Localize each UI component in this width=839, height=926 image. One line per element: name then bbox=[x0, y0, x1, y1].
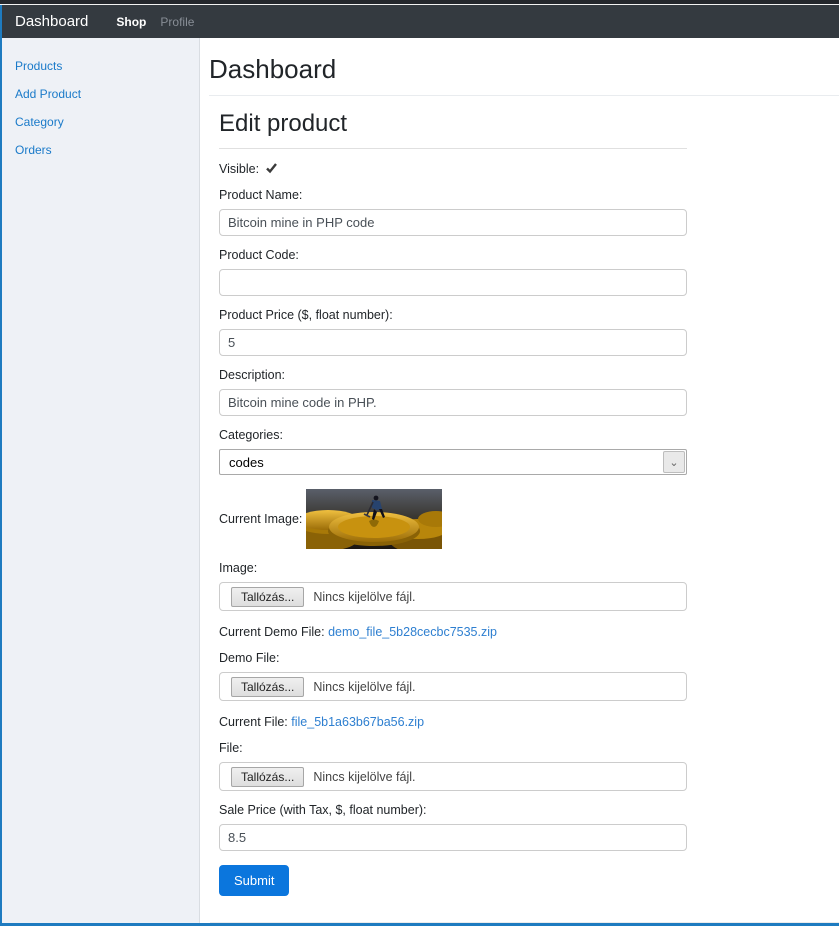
page-title: Dashboard bbox=[209, 54, 337, 84]
edit-product-section: Edit product Visible: Product Name: Prod… bbox=[210, 110, 839, 923]
product-code-input[interactable] bbox=[219, 269, 687, 296]
sidebar-item-orders[interactable]: Orders bbox=[2, 136, 199, 164]
current-image-row: Current Image: bbox=[219, 489, 687, 549]
sidebar: Products Add Product Category Orders bbox=[2, 38, 200, 923]
divider bbox=[210, 922, 839, 923]
current-file-row: Current File: file_5b1a63b67ba56.zip bbox=[219, 715, 687, 729]
current-file-link[interactable]: file_5b1a63b67ba56.zip bbox=[291, 715, 424, 729]
divider bbox=[219, 148, 687, 149]
top-navbar: Dashboard Shop Profile bbox=[2, 5, 839, 38]
sidebar-item-category[interactable]: Category bbox=[2, 108, 199, 136]
product-code-label: Product Code: bbox=[219, 248, 299, 262]
current-demo-file-label: Current Demo File: bbox=[219, 625, 325, 639]
categories-select[interactable]: codes ⌄ bbox=[219, 449, 687, 475]
demo-file-no-file-text: Nincs kijelölve fájl. bbox=[313, 679, 416, 694]
current-image-label: Current Image: bbox=[219, 512, 303, 526]
visible-label: Visible: bbox=[219, 161, 260, 176]
file-no-file-text: Nincs kijelölve fájl. bbox=[313, 769, 416, 784]
sidebar-item-add-product[interactable]: Add Product bbox=[2, 80, 199, 108]
sale-price-input[interactable] bbox=[219, 824, 687, 851]
main-content: Dashboard Edit product Visible: Product … bbox=[200, 38, 839, 923]
description-label: Description: bbox=[219, 368, 285, 382]
demo-file-browse-button[interactable]: Tallózás... bbox=[231, 676, 305, 697]
image-label: Image: bbox=[219, 561, 258, 575]
current-demo-file-link[interactable]: demo_file_5b28cecbc7535.zip bbox=[328, 625, 497, 639]
sale-price-label: Sale Price (with Tax, $, float number): bbox=[219, 803, 427, 817]
edit-product-form: Visible: Product Name: Product Code: Pro… bbox=[219, 161, 687, 896]
demo-file-label: Demo File: bbox=[219, 651, 280, 665]
file-browse-button[interactable]: Tallózás... bbox=[231, 766, 305, 787]
image-no-file-text: Nincs kijelölve fájl. bbox=[313, 589, 416, 604]
visible-row: Visible: bbox=[219, 161, 687, 176]
categories-label: Categories: bbox=[219, 428, 283, 442]
image-file-input[interactable]: Tallózás... Nincs kijelölve fájl. bbox=[219, 582, 687, 611]
chevron-down-icon: ⌄ bbox=[663, 451, 685, 473]
section-title: Edit product bbox=[219, 110, 348, 137]
product-name-label: Product Name: bbox=[219, 188, 303, 202]
current-demo-file-row: Current Demo File: demo_file_5b28cecbc75… bbox=[219, 625, 687, 639]
navbar-brand[interactable]: Dashboard bbox=[15, 13, 88, 30]
description-input[interactable] bbox=[219, 389, 687, 416]
file-label: File: bbox=[219, 741, 243, 755]
current-file-label: Current File: bbox=[219, 715, 288, 729]
submit-button[interactable]: Submit bbox=[219, 865, 290, 896]
product-image bbox=[306, 489, 443, 549]
product-price-input[interactable] bbox=[219, 329, 687, 356]
nav-item-profile[interactable]: Profile bbox=[160, 15, 194, 29]
demo-file-input[interactable]: Tallózás... Nincs kijelölve fájl. bbox=[219, 672, 687, 701]
nav-item-shop[interactable]: Shop bbox=[116, 15, 146, 29]
product-price-label: Product Price ($, float number): bbox=[219, 308, 393, 322]
visible-checkbox[interactable] bbox=[264, 161, 280, 176]
image-browse-button[interactable]: Tallózás... bbox=[231, 586, 305, 607]
sidebar-item-products[interactable]: Products bbox=[2, 52, 199, 80]
divider bbox=[209, 95, 839, 96]
page-container: Dashboard Shop Profile Products Add Prod… bbox=[0, 5, 839, 926]
file-input[interactable]: Tallózás... Nincs kijelölve fájl. bbox=[219, 762, 687, 791]
product-name-input[interactable] bbox=[219, 209, 687, 236]
categories-selected-value: codes bbox=[229, 454, 264, 470]
